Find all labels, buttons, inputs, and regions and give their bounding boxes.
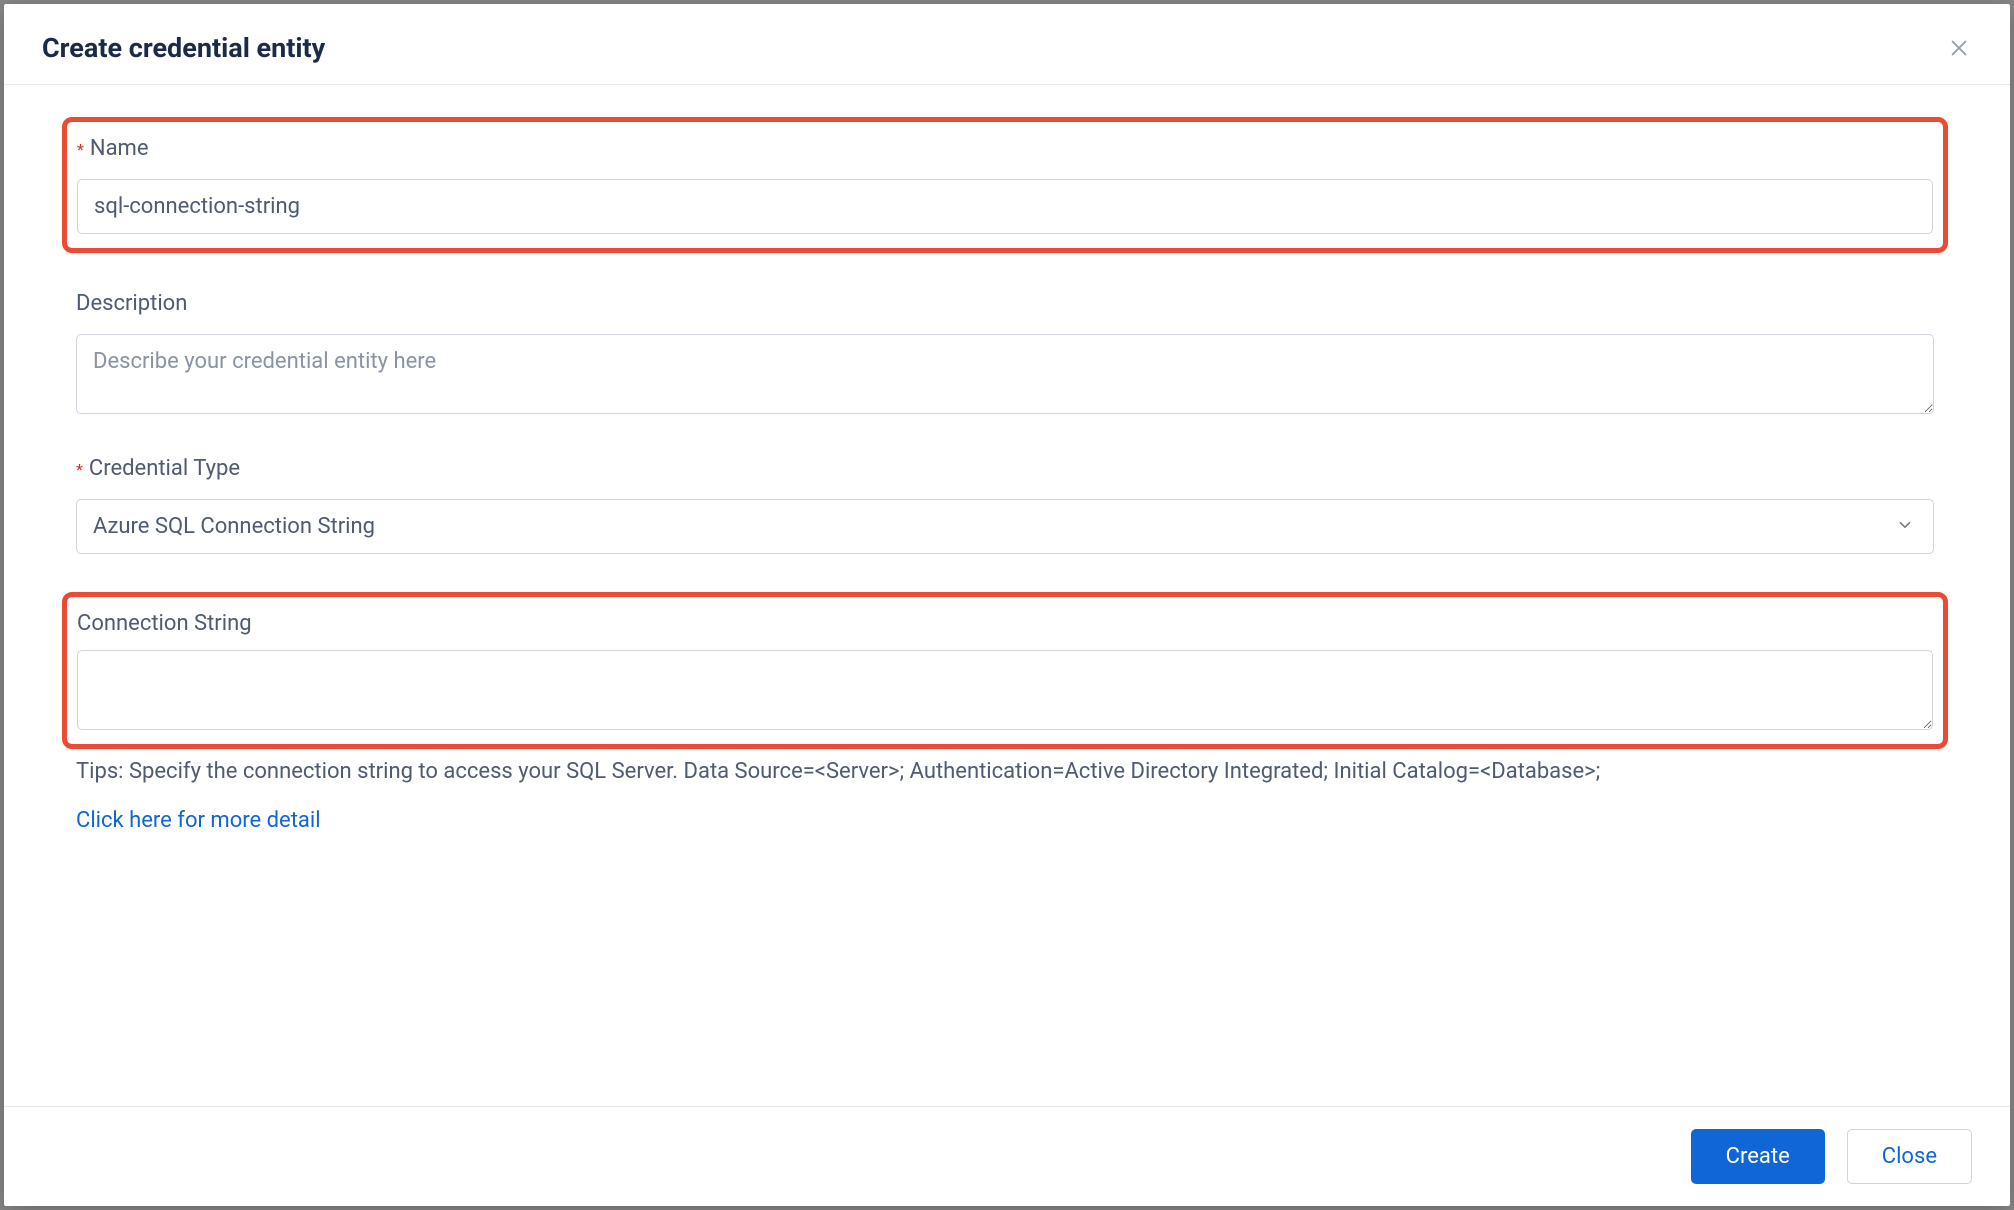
- modal-body: * Name Description * Credential Type Azu…: [4, 85, 2010, 1106]
- name-label: Name: [90, 136, 149, 161]
- modal-title: Create credential entity: [42, 32, 325, 64]
- connection-string-label: Connection String: [77, 611, 252, 636]
- required-asterisk: *: [76, 460, 83, 479]
- name-label-row: * Name: [77, 136, 1933, 161]
- credential-type-field-group: * Credential Type Azure SQL Connection S…: [76, 456, 1934, 554]
- credential-type-label-row: * Credential Type: [76, 456, 1934, 481]
- credential-type-label: Credential Type: [89, 456, 240, 481]
- credential-type-select[interactable]: Azure SQL Connection String: [76, 499, 1934, 554]
- name-field-group: * Name: [62, 117, 1948, 253]
- modal-header: Create credential entity: [4, 4, 2010, 85]
- connection-string-tips: Tips: Specify the connection string to a…: [76, 759, 1934, 784]
- credential-type-selected: Azure SQL Connection String: [76, 499, 1934, 554]
- more-detail-link[interactable]: Click here for more detail: [76, 808, 321, 833]
- description-input[interactable]: [76, 334, 1934, 414]
- description-label-row: Description: [76, 291, 1934, 316]
- connection-string-field-group: Connection String: [62, 592, 1948, 749]
- description-field-group: Description: [76, 291, 1934, 418]
- create-button[interactable]: Create: [1691, 1129, 1825, 1184]
- description-label: Description: [76, 291, 187, 316]
- close-button[interactable]: Close: [1847, 1129, 1972, 1184]
- connection-string-label-row: Connection String: [77, 611, 1933, 636]
- create-credential-modal: Create credential entity * Name Descript…: [4, 4, 2010, 1206]
- connection-string-input[interactable]: [77, 650, 1933, 730]
- modal-footer: Create Close: [4, 1106, 2010, 1206]
- required-asterisk: *: [77, 140, 84, 159]
- name-input[interactable]: [77, 179, 1933, 234]
- close-icon[interactable]: [1946, 35, 1972, 61]
